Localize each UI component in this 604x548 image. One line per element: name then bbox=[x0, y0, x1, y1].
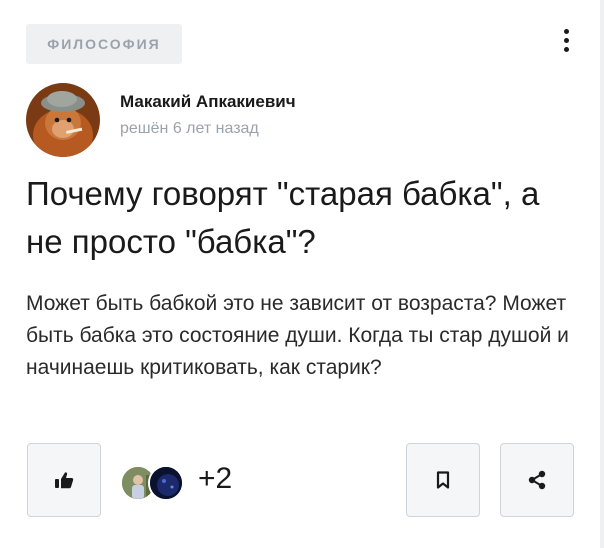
like-button[interactable] bbox=[27, 443, 101, 517]
share-button[interactable] bbox=[500, 443, 574, 517]
question-body: Может быть бабкой это не зависит от возр… bbox=[26, 292, 569, 379]
question-title: Почему говорят "старая бабка", а не прос… bbox=[26, 175, 540, 260]
post-status-time: решён 6 лет назад bbox=[120, 120, 259, 137]
author-name[interactable]: Макакий Апкакиевич bbox=[120, 92, 296, 112]
right-edge-divider bbox=[600, 0, 604, 548]
liker-avatar[interactable] bbox=[148, 465, 184, 501]
bookmark-icon bbox=[436, 471, 450, 489]
avatar[interactable] bbox=[26, 83, 100, 157]
likers-extra-count[interactable]: +2 bbox=[198, 462, 232, 496]
share-icon bbox=[528, 470, 546, 490]
more-vertical-icon[interactable] bbox=[559, 24, 573, 56]
category-tag[interactable]: ФИЛОСОФИЯ bbox=[26, 24, 182, 64]
bookmark-button[interactable] bbox=[406, 443, 480, 517]
thumbs-up-icon bbox=[55, 472, 74, 489]
